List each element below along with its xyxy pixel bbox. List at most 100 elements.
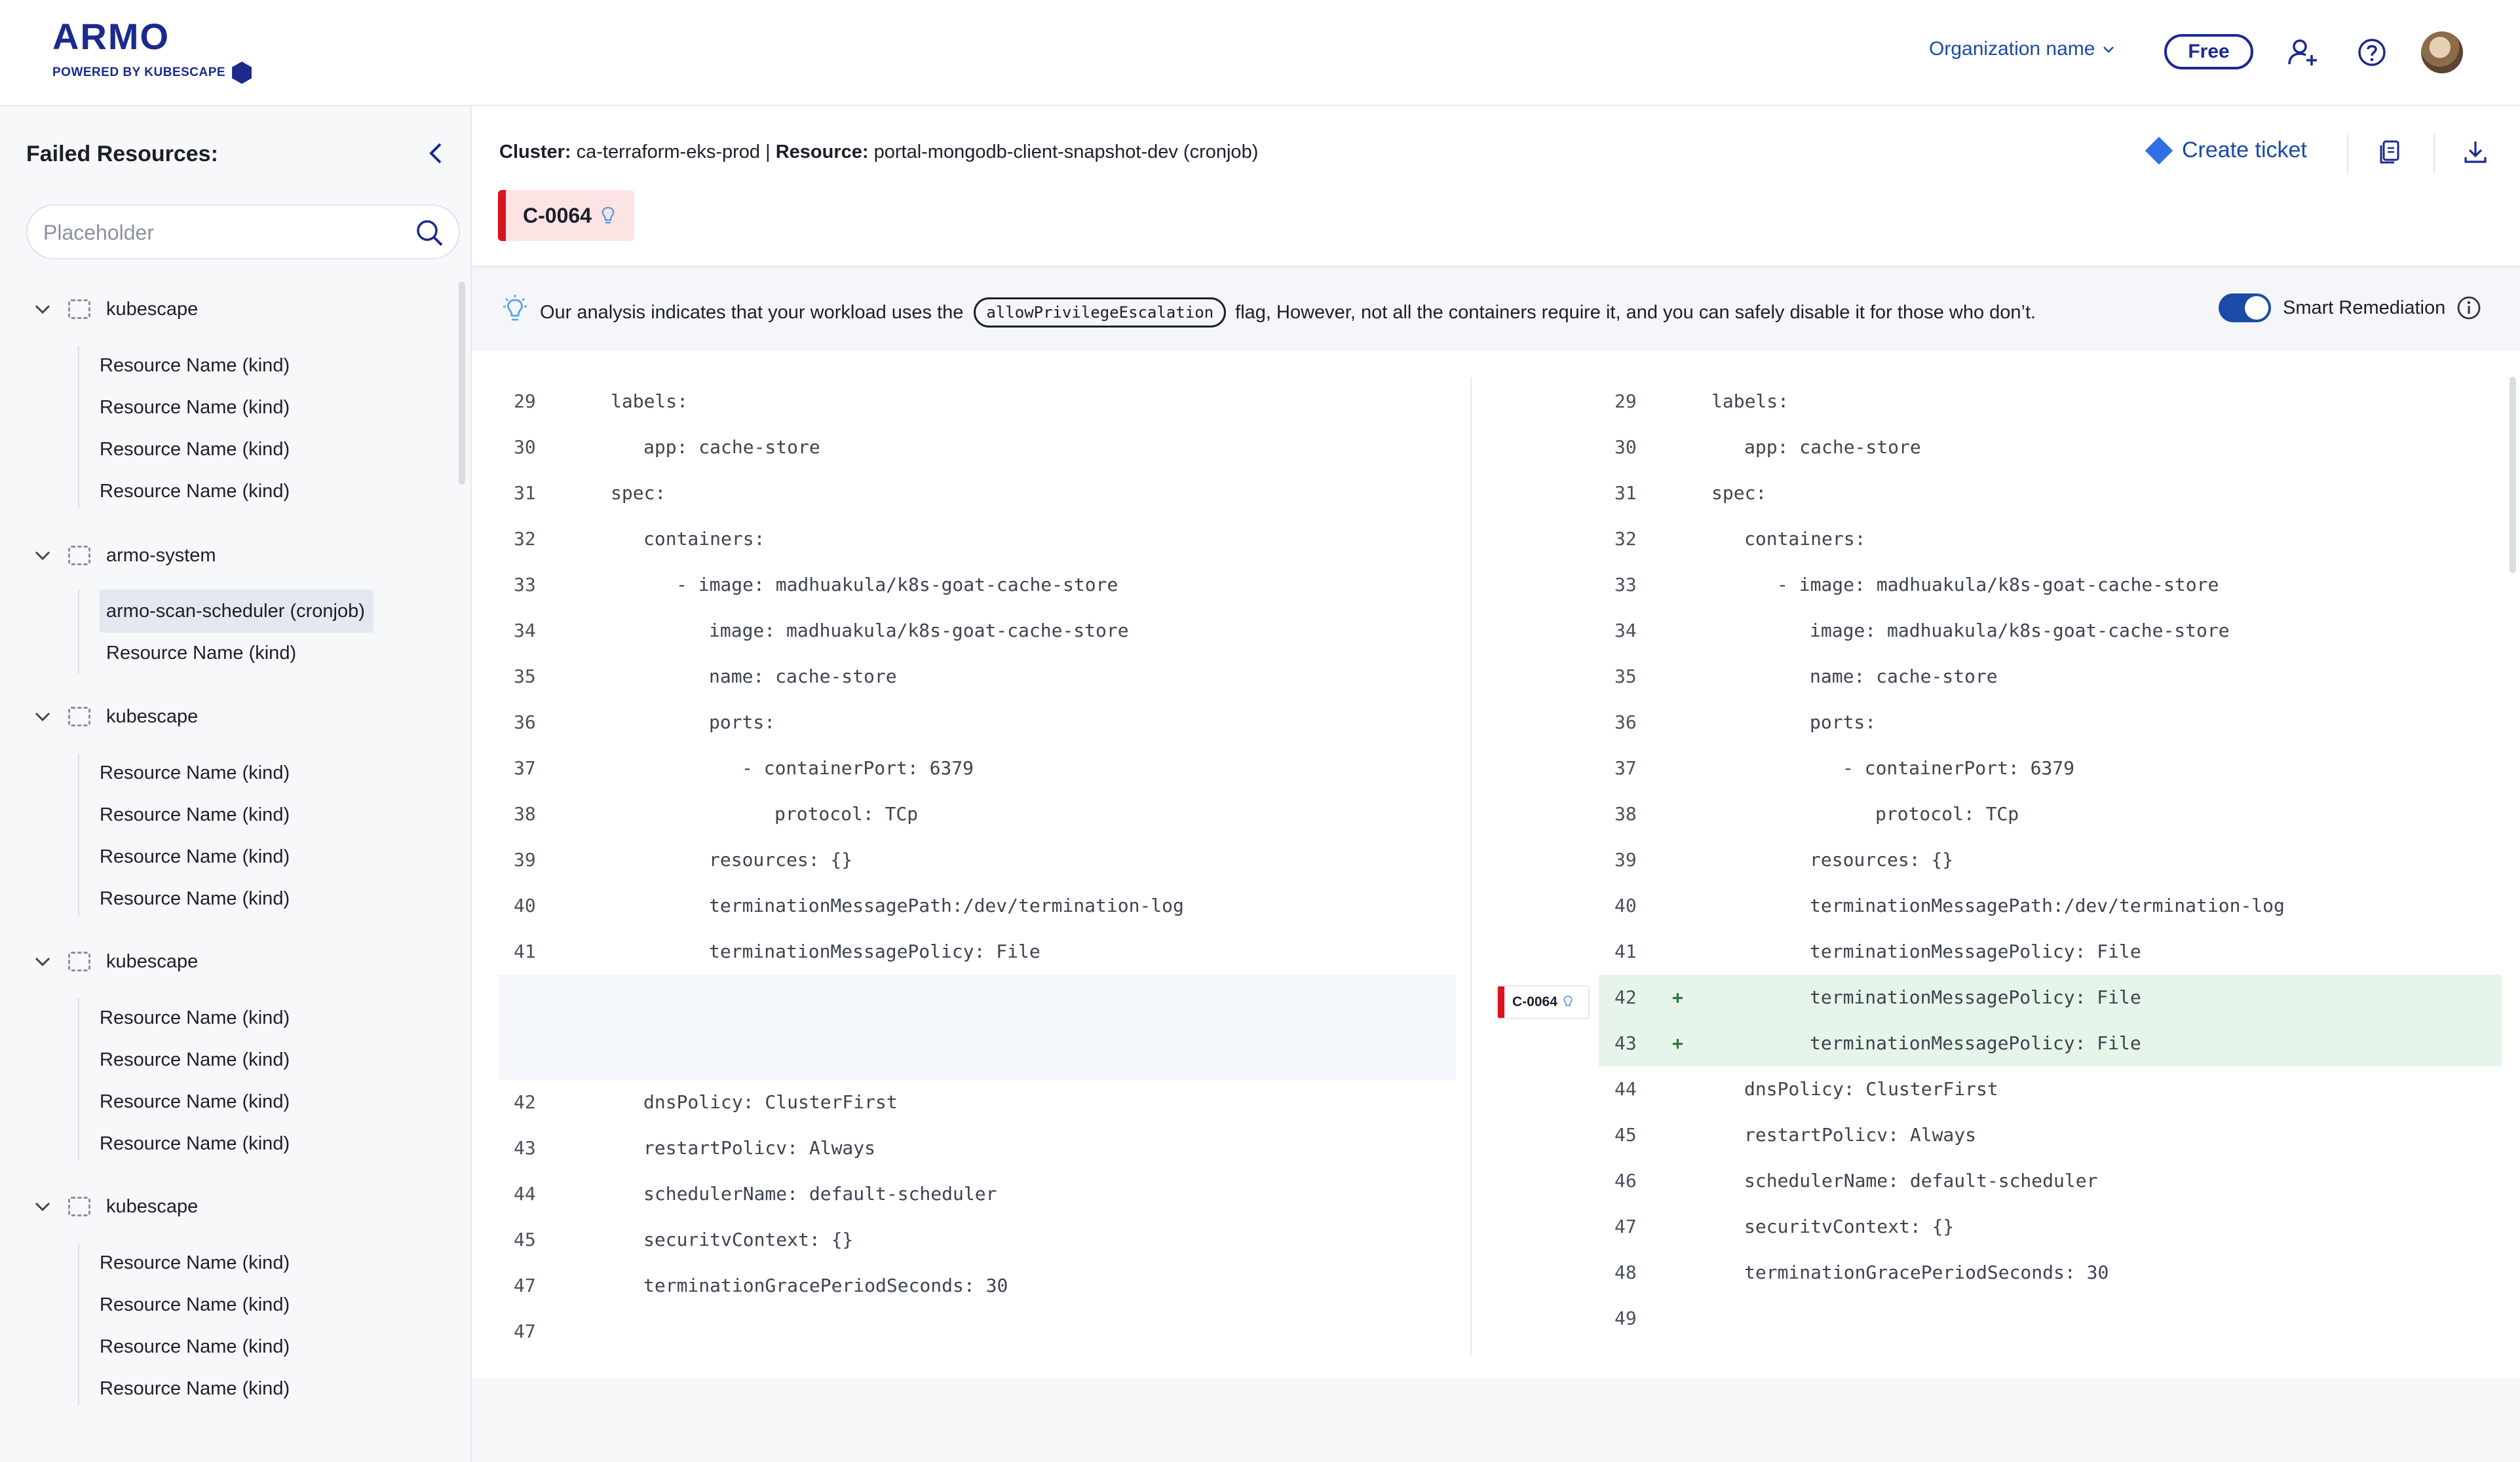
line-number: 29 [514,390,536,412]
help-icon[interactable] [2355,35,2389,69]
logo-tagline-text: POWERED BY KUBESCAPE [52,66,226,79]
sidebar-title: Failed Resources: [26,141,218,166]
resource-item[interactable]: Resource Name (kind) [100,886,290,912]
chevron-down-icon[interactable] [33,707,52,726]
resource-item[interactable]: Resource Name (kind) [100,1131,290,1157]
cluster-label: Cluster: [499,141,571,162]
line-number: 36 [1614,711,1637,733]
line-number: 39 [1614,849,1637,871]
namespace-name: kubescape [106,950,199,972]
line-number: 38 [1614,803,1637,825]
analysis-text-before: Our analysis indicates that your workloa… [540,301,964,323]
resource-item[interactable]: Resource Name (kind) [100,1005,290,1031]
namespace-group[interactable]: kubescape [33,1191,198,1222]
armo-logo[interactable]: ARMO POWERED BY KUBESCAPE [52,18,252,84]
resource-item[interactable]: Resource Name (kind) [100,478,290,504]
sidebar-scrollbar[interactable] [459,282,465,485]
line-number: 33 [514,574,536,595]
line-number: 34 [514,620,536,641]
namespace-icon [68,546,90,565]
line-number: 47 [514,1321,536,1342]
resource-item[interactable]: Resource Name (kind) [100,1292,290,1318]
control-id-tag[interactable]: C-0064 [498,190,634,241]
resource-item[interactable]: Resource Name (kind) [100,436,290,462]
code-line: ports: [1810,711,1877,733]
divider [2434,134,2435,173]
severity-bar [498,190,506,241]
resource-item[interactable]: Resource Name (kind) [106,640,296,666]
namespace-icon [68,1197,90,1216]
resource-label: Resource: [775,141,869,162]
search-icon[interactable] [414,217,444,248]
user-avatar[interactable] [2421,31,2463,73]
namespace-group[interactable]: kubescape [33,293,198,325]
code-line: - image: madhuakula/k8s-goat-cache-store [676,574,1118,595]
namespace-group[interactable]: kubescape [33,701,198,732]
resource-item[interactable]: Resource Name (kind) [100,844,290,870]
kubescape-hex-icon [232,62,252,84]
added-line-marker: + [1672,1032,1683,1054]
line-number: 43 [1614,1032,1637,1054]
smart-remediation-label: Smart Remediation [2283,297,2446,318]
resource-item[interactable]: Resource Name (kind) [100,394,290,421]
breadcrumb: Cluster: ca-terraform-eks-prod | Resourc… [499,141,1258,163]
resource-item[interactable]: Resource Name (kind) [100,352,290,379]
search-input[interactable] [42,216,411,249]
organization-dropdown[interactable]: Organization name [1929,38,2116,60]
line-number: 41 [514,941,536,962]
chevron-down-icon[interactable] [33,1197,52,1216]
line-number: 42 [1614,986,1637,1008]
code-line: ports: [709,711,776,733]
code-line: terminationGracePeriodSeconds: 30 [643,1275,1008,1296]
code-line: dnsPolicy: ClusterFirst [1744,1078,1998,1100]
code-line: schedulerName: default-scheduler [643,1183,997,1205]
smart-remediation-toggle[interactable] [2219,293,2271,322]
resource-item[interactable]: Resource Name (kind) [100,802,290,828]
namespace-group[interactable]: armo-system [33,540,216,571]
namespace-name: kubescape [106,298,199,320]
main-scrollbar[interactable] [2510,377,2516,573]
namespace-name: kubescape [106,705,199,727]
tree-line [78,753,79,916]
logo-tagline: POWERED BY KUBESCAPE [52,62,252,84]
code-line: image: madhuakula/k8s-goat-cache-store [709,620,1129,641]
inline-control-tag[interactable]: C-0064 [1497,985,1590,1019]
diff-gap-placeholder [498,975,1456,1079]
resource-item[interactable]: Resource Name (kind) [100,1376,290,1402]
create-ticket-button[interactable]: Create ticket [2145,136,2307,164]
code-line: resources: {} [709,849,853,871]
line-number: 47 [1614,1216,1637,1237]
line-number: 44 [1614,1078,1637,1100]
resource-item[interactable]: Resource Name (kind) [100,1047,290,1073]
resource-item-selected[interactable]: armo-scan-scheduler (cronjob) [106,598,365,624]
code-line: name: cache-store [709,665,897,687]
line-number: 44 [514,1183,536,1205]
resource-search [26,204,460,259]
namespace-icon [68,952,90,971]
download-icon[interactable] [2461,138,2490,166]
collapse-sidebar-icon[interactable] [423,140,449,166]
added-line-marker: + [1672,986,1683,1008]
code-line: - image: madhuakula/k8s-goat-cache-store [1777,574,2219,595]
resource-item[interactable]: Resource Name (kind) [100,760,290,786]
resource-item[interactable]: Resource Name (kind) [100,1334,290,1360]
chevron-down-icon[interactable] [33,299,52,319]
copy-icon[interactable] [2376,138,2405,166]
line-number: 48 [1614,1262,1637,1283]
tree-line [78,1243,79,1406]
line-number: 40 [514,895,536,916]
namespace-group[interactable]: kubescape [33,946,198,977]
chevron-down-icon[interactable] [33,546,52,565]
resource-item[interactable]: Resource Name (kind) [100,1089,290,1115]
code-line: protocol: TCp [774,803,919,825]
chevron-down-icon[interactable] [33,952,52,971]
plan-badge-button[interactable]: Free [2164,34,2253,69]
add-user-icon[interactable] [2287,35,2321,69]
resource-item[interactable]: Resource Name (kind) [100,1250,290,1276]
info-icon[interactable] [2456,295,2482,321]
code-line: containers: [643,528,765,550]
code-line: app: cache-store [1744,436,1921,458]
line-number: 31 [1614,482,1637,504]
line-number: 40 [1614,895,1637,916]
code-line: spec: [1711,482,1767,504]
